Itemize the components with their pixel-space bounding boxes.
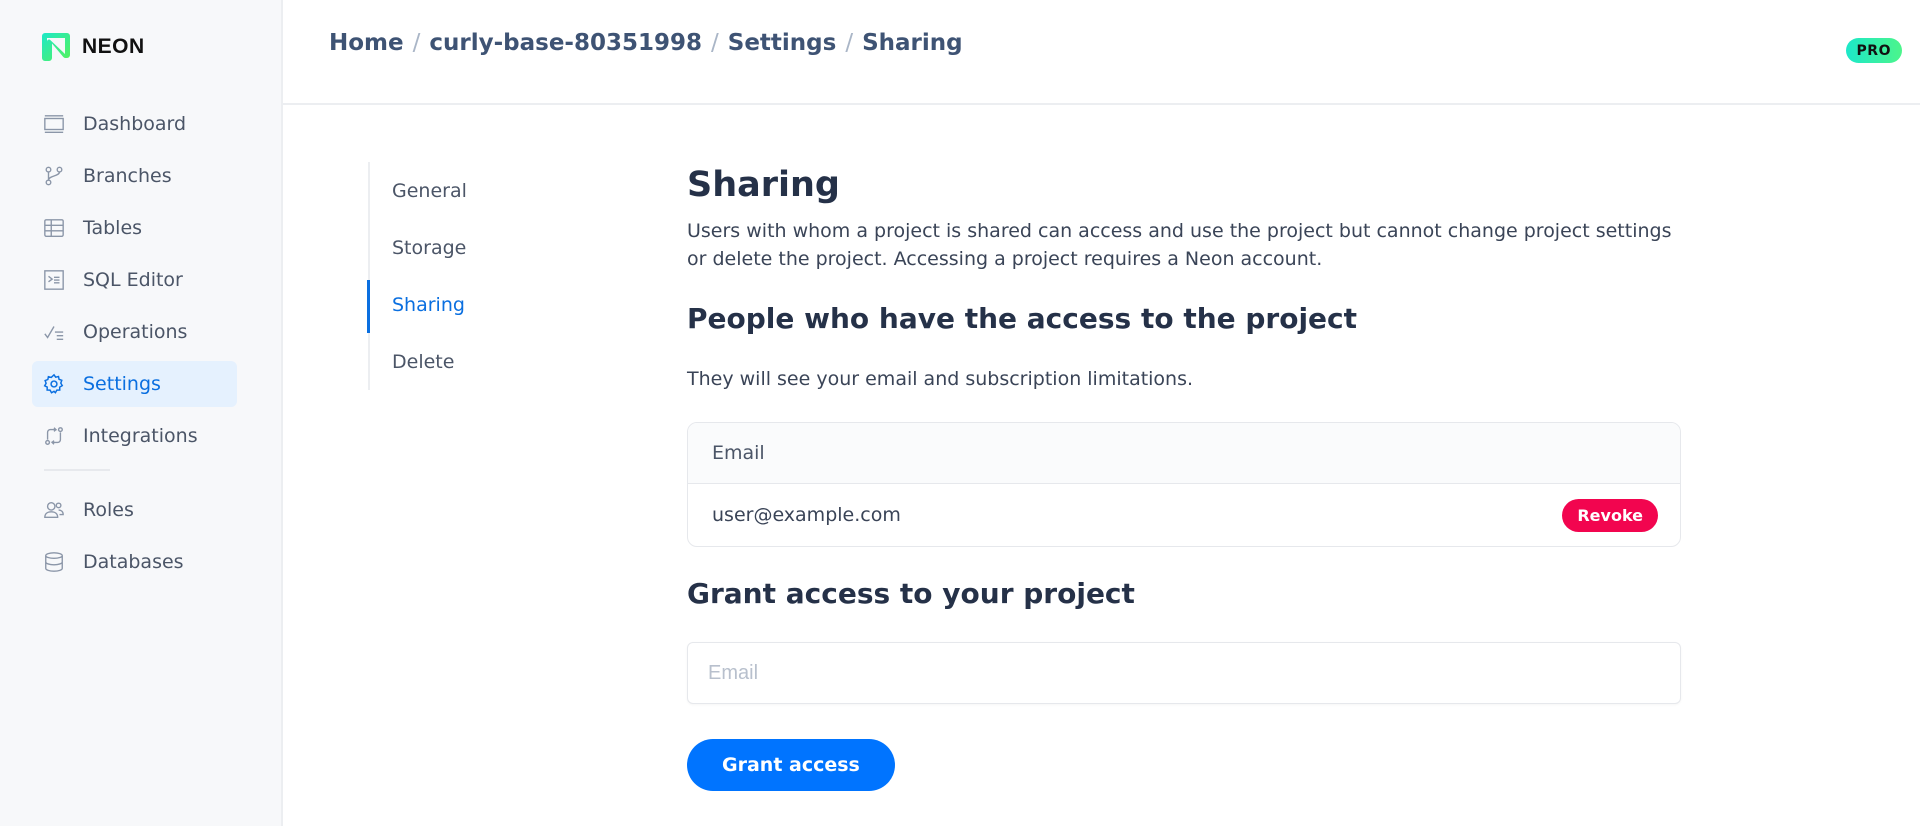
breadcrumb-home[interactable]: Home (329, 30, 404, 56)
sidebar-item-databases[interactable]: Databases (32, 539, 237, 585)
table-row: user@example.com Revoke (688, 484, 1680, 546)
page-title: Sharing (687, 165, 840, 205)
sidebar-item-label: Tables (83, 217, 143, 239)
settings-tab-general[interactable]: General (370, 162, 568, 219)
operations-icon (42, 320, 66, 344)
sidebar-item-integrations[interactable]: Integrations (32, 413, 237, 459)
breadcrumb-separator: / (845, 30, 854, 56)
sidebar-nav: Dashboard Branches Tables SQL Editor Ope… (32, 101, 237, 591)
sidebar-divider (44, 469, 110, 471)
breadcrumb-separator: / (412, 30, 421, 56)
breadcrumb-sharing[interactable]: Sharing (862, 30, 963, 56)
page-description: Users with whom a project is shared can … (687, 220, 1672, 270)
breadcrumb-separator: / (711, 30, 719, 56)
gear-icon (42, 372, 66, 396)
table-header-email: Email (688, 423, 1680, 484)
people-section-subtitle: They will see your email and subscriptio… (687, 368, 1194, 390)
dashboard-icon (42, 112, 66, 136)
tables-icon (42, 216, 66, 240)
main-area: Home / curly-base-80351998 / Settings / … (283, 0, 1920, 826)
shared-users-table: Email user@example.com Revoke (687, 422, 1681, 547)
email-input[interactable] (687, 642, 1681, 704)
revoke-button[interactable]: Revoke (1562, 498, 1658, 532)
settings-tab-delete[interactable]: Delete (370, 333, 568, 390)
grant-section-title: Grant access to your project (687, 577, 1135, 610)
sidebar-item-label: Settings (83, 373, 161, 395)
people-section-title: People who have the access to the projec… (687, 302, 1358, 335)
sidebar-item-tables[interactable]: Tables (32, 205, 237, 251)
branches-icon (42, 164, 66, 188)
settings-tab-storage[interactable]: Storage (370, 219, 568, 276)
plan-badge[interactable]: PRO (1845, 38, 1902, 63)
top-header: Home / curly-base-80351998 / Settings / … (283, 0, 1920, 105)
sidebar-item-roles[interactable]: Roles (32, 487, 237, 533)
sidebar-item-dashboard[interactable]: Dashboard (32, 101, 237, 147)
sidebar-item-label: Roles (83, 499, 134, 521)
sidebar-item-operations[interactable]: Operations (32, 309, 237, 355)
integrations-icon (42, 424, 66, 448)
sidebar-item-settings[interactable]: Settings (32, 361, 237, 407)
sidebar-item-label: SQL Editor (83, 269, 183, 291)
database-icon (42, 550, 66, 574)
app: NEON Dashboard Branches Tables SQL Edito… (0, 0, 1920, 826)
settings-nav: General Storage Sharing Delete (367, 162, 568, 390)
sidebar-item-label: Integrations (83, 425, 198, 447)
sidebar-item-sql-editor[interactable]: SQL Editor (32, 257, 237, 303)
user-email: user@example.com (712, 504, 901, 526)
sidebar-item-label: Branches (83, 165, 172, 187)
sidebar-item-label: Operations (83, 321, 188, 343)
sql-editor-icon (42, 268, 66, 292)
neon-logo-icon (42, 33, 70, 61)
sidebar-item-label: Databases (83, 551, 184, 573)
sharing-content: Sharing Users with whom a project is sha… (687, 160, 1681, 791)
breadcrumb-project[interactable]: curly-base-80351998 (429, 30, 702, 56)
logo[interactable]: NEON (40, 31, 145, 63)
sidebar-item-branches[interactable]: Branches (32, 153, 237, 199)
users-icon (42, 498, 66, 522)
sidebar-item-label: Dashboard (83, 113, 187, 135)
brand-name: NEON (82, 35, 145, 58)
settings-tab-sharing[interactable]: Sharing (367, 276, 568, 333)
sidebar: NEON Dashboard Branches Tables SQL Edito… (0, 0, 283, 826)
grant-access-button[interactable]: Grant access (687, 739, 895, 791)
breadcrumb-settings[interactable]: Settings (728, 30, 837, 56)
breadcrumb: Home / curly-base-80351998 / Settings / … (329, 30, 963, 56)
